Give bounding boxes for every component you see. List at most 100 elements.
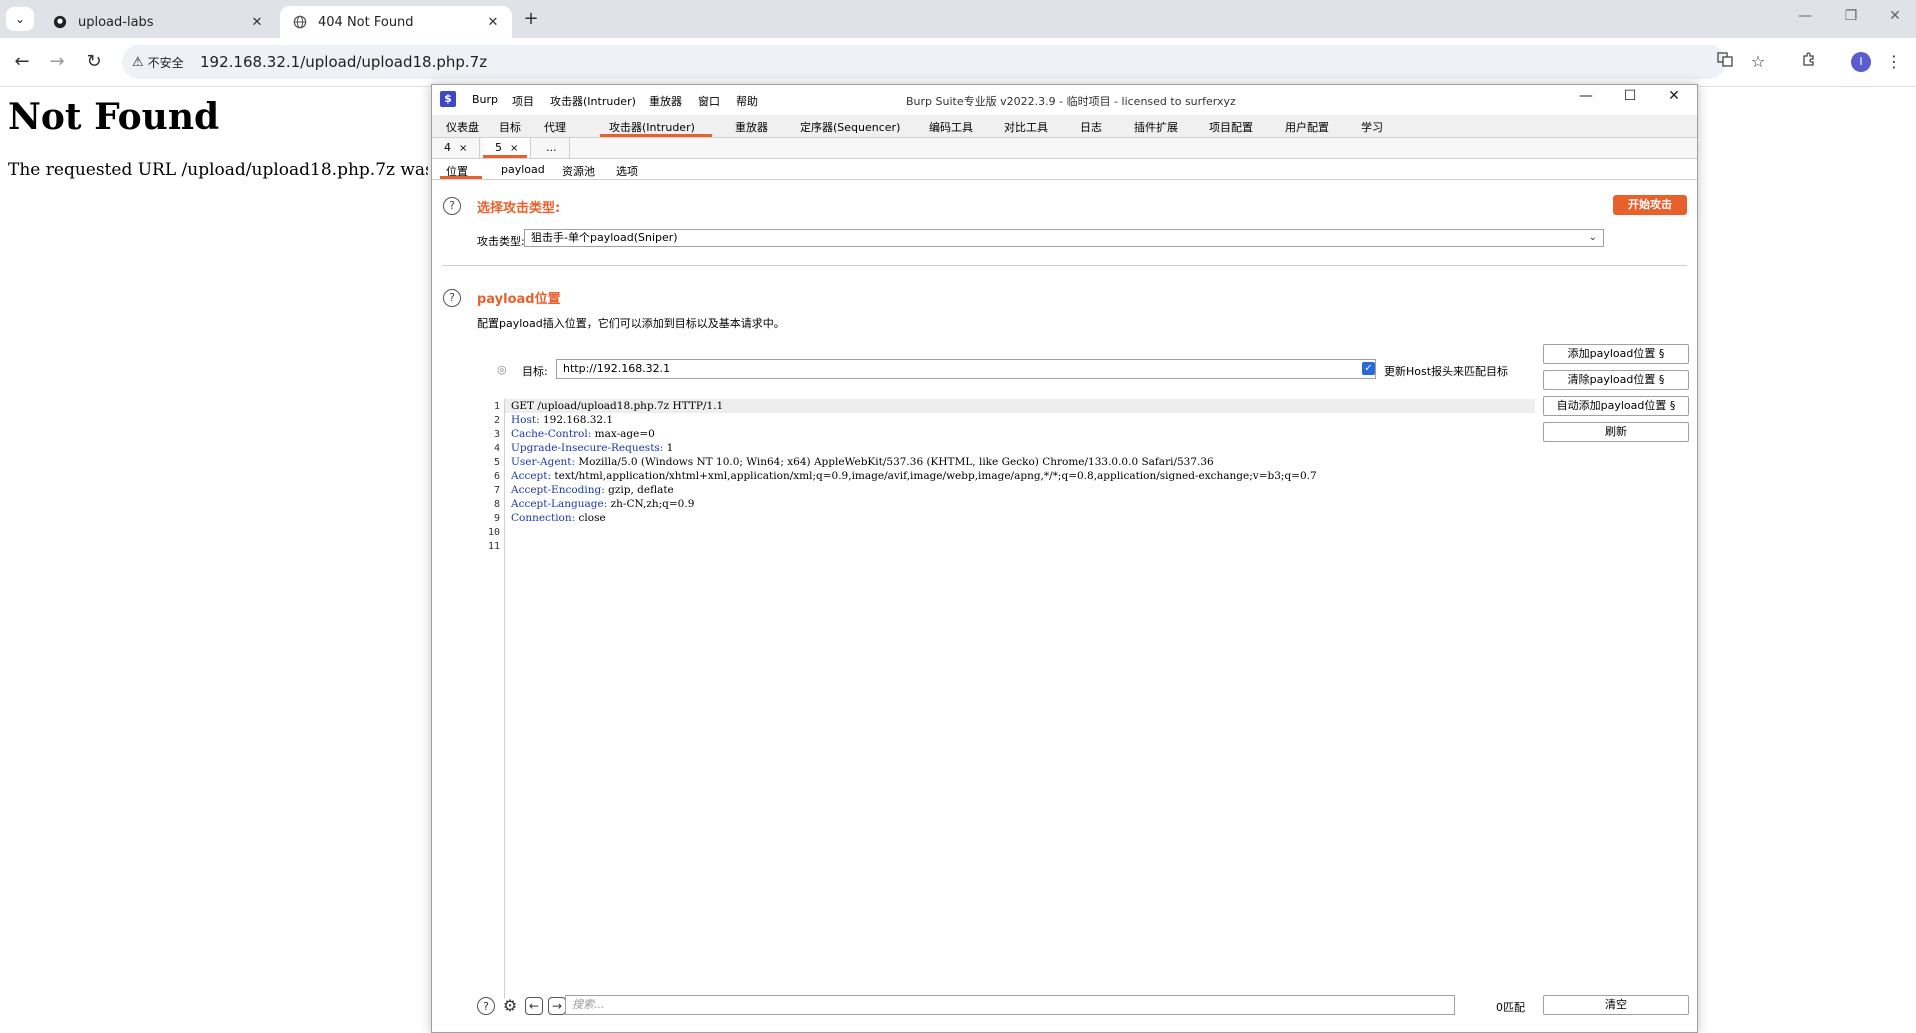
profile-avatar[interactable]: I [1851,52,1871,72]
tab-sequencer[interactable]: 定序器(Sequencer) [800,119,900,135]
tab-user-options[interactable]: 用户配置 [1285,119,1329,135]
add-payload-position-button[interactable]: 添加payload位置 § [1543,344,1689,364]
tab-proxy[interactable]: 代理 [544,119,566,135]
close-icon[interactable]: × [510,143,518,154]
tab-decoder[interactable]: 编码工具 [929,119,973,135]
close-icon[interactable]: × [459,143,467,154]
selected-tab-underline [440,176,482,179]
line-number: 10 [487,527,500,538]
close-window-icon[interactable]: ✕ [1660,88,1688,104]
header-name: Accept: [511,470,552,482]
help-icon[interactable]: ? [443,289,461,307]
tab-comparer[interactable]: 对比工具 [1004,119,1048,135]
header-name: Connection: [511,512,576,524]
previous-arrow-icon[interactable]: ← [525,997,543,1015]
attack-type-select[interactable]: 狙击手-单个payload(Sniper) ⌄ [524,229,1604,247]
help-icon[interactable]: ? [443,197,461,215]
tab-search-chevron-icon[interactable]: ⌄ [6,7,34,31]
attack-tab-more[interactable]: ... [534,138,570,158]
menu-window[interactable]: 窗口 [698,93,720,109]
clear-button[interactable]: 清空 [1543,995,1689,1015]
start-attack-button[interactable]: 开始攻击 [1613,195,1687,215]
search-input[interactable]: 搜索... [565,995,1455,1015]
request-line[interactable]: Connection: close [511,512,606,524]
line-number: 5 [493,457,500,468]
bookmark-star-icon[interactable]: ☆ [1746,50,1770,74]
menu-help[interactable]: 帮助 [736,93,758,109]
target-input[interactable]: http://192.168.32.1 [556,359,1376,379]
maximize-window-icon[interactable]: ☐ [1616,88,1644,104]
attack-tab-4[interactable]: 4 × [432,138,481,158]
line-number: 2 [493,415,500,426]
payload-positions-description: 配置payload插入位置，它们可以添加到目标以及基本请求中。 [477,317,785,330]
help-icon[interactable]: ? [477,997,495,1015]
restore-window-icon[interactable]: ❐ [1836,8,1866,24]
line-number: 9 [493,513,500,524]
header-value: close [575,512,606,524]
minimize-window-icon[interactable]: — [1790,8,1820,24]
more-menu-icon[interactable]: ⋮ [1882,50,1906,74]
close-tab-icon[interactable]: ✕ [482,15,504,30]
match-count: 0匹配 [1496,1001,1525,1014]
clear-payload-position-button[interactable]: 清除payload位置 § [1543,370,1689,390]
request-line[interactable]: GET /upload/upload18.php.7z HTTP/1.1 [511,400,723,412]
tab-repeater[interactable]: 重放器 [735,119,768,135]
request-line[interactable]: Upgrade-Insecure-Requests: 1 [511,442,673,454]
header-value: Mozilla/5.0 (Windows NT 10.0; Win64; x64… [575,456,1214,468]
browser-tab-strip: ⌄ upload-labs ✕ 404 Not Found ✕ + — ❐ ✕ [0,0,1916,38]
attack-tab-label: 5 [495,141,502,154]
tab-intruder[interactable]: 攻击器(Intruder) [609,119,695,135]
back-arrow-icon[interactable]: ← [10,50,34,74]
request-line[interactable]: Accept-Encoding: gzip, deflate [511,484,674,496]
tab-options[interactable]: 选项 [616,163,638,179]
header-name: User-Agent: [511,456,576,468]
tab-project-options[interactable]: 项目配置 [1209,119,1253,135]
line-number: 3 [493,429,500,440]
minimize-window-icon[interactable]: — [1572,88,1600,104]
security-indicator[interactable]: ⚠ 不安全 [132,54,184,71]
url-text[interactable]: 192.168.32.1/upload/upload18.php.7z [200,53,487,71]
close-window-icon[interactable]: ✕ [1880,8,1910,24]
request-line[interactable]: User-Agent: Mozilla/5.0 (Windows NT 10.0… [511,456,1214,468]
menu-project[interactable]: 项目 [512,93,534,109]
address-bar[interactable]: ⚠ 不安全 192.168.32.1/upload/upload18.php.7… [122,45,1726,79]
tab-payloads[interactable]: payload [501,163,545,176]
auto-add-payload-position-button[interactable]: 自动添加payload位置 § [1543,396,1689,416]
menu-repeater[interactable]: 重放器 [649,93,682,109]
globe-icon [292,14,308,30]
request-line[interactable]: Accept-Language: zh-CN,zh;q=0.9 [511,498,694,510]
menu-burp[interactable]: Burp [472,93,498,106]
attack-tab-bar: 4 × 5 × ... [432,138,1697,159]
tab-target[interactable]: 目标 [499,119,521,135]
error-message: The requested URL /upload/upload18.php.7… [8,160,428,180]
extensions-puzzle-icon[interactable] [1797,50,1821,74]
translate-icon[interactable] [1713,50,1737,74]
header-value: 1 [663,442,674,454]
header-value: max-age=0 [591,428,655,440]
refresh-button[interactable]: 刷新 [1543,422,1689,442]
warning-triangle-icon: ⚠ [132,55,144,70]
close-tab-icon[interactable]: ✕ [246,15,268,30]
request-line[interactable]: Cache-Control: max-age=0 [511,428,655,440]
line-number-gutter: 1 2 3 4 5 6 7 8 9 10 11 [477,399,505,999]
tab-dashboard[interactable]: 仪表盘 [446,119,479,135]
reload-icon[interactable]: ↻ [82,50,106,74]
update-host-checkbox[interactable]: ✓ [1362,362,1375,375]
forward-arrow-icon[interactable]: → [45,50,69,74]
line-number: 8 [493,499,500,510]
browser-tab-upload-labs[interactable]: upload-labs ✕ [40,6,276,38]
new-tab-button[interactable]: + [520,8,542,30]
tab-extender[interactable]: 插件扩展 [1134,119,1178,135]
tab-learn[interactable]: 学习 [1361,119,1383,135]
gear-icon[interactable]: ⚙ [501,997,519,1015]
target-label: 目标: [522,365,548,378]
request-editor[interactable]: 1 2 3 4 5 6 7 8 9 10 11 GET /upload/upload18.php.7… [477,399,1535,999]
menu-intruder[interactable]: 攻击器(Intruder) [550,93,636,109]
request-line[interactable]: Host: 192.168.32.1 [511,414,613,426]
tab-resource-pool[interactable]: 资源池 [562,163,595,179]
request-line[interactable]: Accept: text/html,application/xhtml+xml,… [511,470,1317,482]
next-arrow-icon[interactable]: → [548,997,566,1015]
tab-logger[interactable]: 日志 [1080,119,1102,135]
burp-logo-icon: $ [440,91,456,107]
browser-tab-404[interactable]: 404 Not Found ✕ [280,6,512,38]
